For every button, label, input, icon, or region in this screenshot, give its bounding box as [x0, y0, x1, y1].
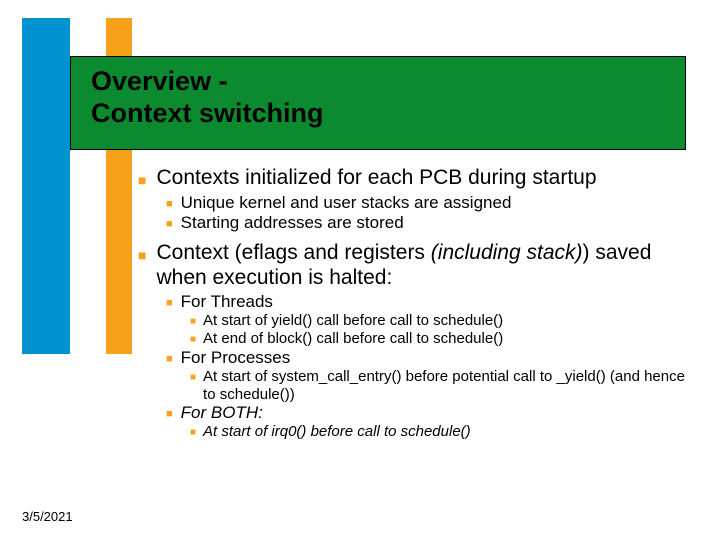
bullet-l2: ■ At start of system_call_entry() before… — [190, 368, 698, 403]
bullet-text: For Processes — [181, 348, 291, 368]
slide: Overview - Context switching ■ Contexts … — [0, 0, 720, 540]
bullet-icon: ■ — [190, 334, 196, 345]
bullet-l0: ■ Contexts initialized for each PCB duri… — [138, 166, 698, 233]
bullet-l1: ■ For Processes — [166, 348, 698, 368]
bullet-icon: ■ — [166, 218, 173, 230]
bullet-l2: ■ At end of block() call before call to … — [190, 330, 698, 348]
title-line-2: Context switching — [91, 98, 324, 128]
bullet-l1: ■ For Threads — [166, 292, 698, 312]
bullet-l2: ■ At start of irq0() before call to sche… — [190, 423, 698, 441]
bullet-icon: ■ — [138, 247, 146, 263]
content-area: ■ Contexts initialized for each PCB duri… — [138, 166, 698, 443]
slide-title: Overview - Context switching — [91, 65, 671, 130]
bullet-icon: ■ — [190, 427, 196, 438]
slide-date: 3/5/2021 — [22, 509, 73, 524]
bullet-icon: ■ — [138, 172, 146, 188]
bullet-text: Context (eflags and registers (including… — [156, 241, 698, 291]
decor-blue-bar — [22, 18, 70, 354]
bullet-text: Starting addresses are stored — [181, 213, 404, 233]
bullet-l1: ■ Unique kernel and user stacks are assi… — [166, 193, 698, 213]
bullet-text: At end of block() call before call to sc… — [203, 330, 503, 348]
bullet-icon: ■ — [166, 353, 173, 365]
title-box: Overview - Context switching — [70, 56, 686, 150]
bullet-text: Unique kernel and user stacks are assign… — [181, 193, 512, 213]
bullet-icon: ■ — [166, 198, 173, 210]
bullet-text: At start of yield() call before call to … — [203, 312, 503, 330]
text-span-italic: (including stack) — [431, 241, 583, 264]
bullet-text: For Threads — [181, 292, 273, 312]
bullet-text: At start of system_call_entry() before p… — [203, 368, 698, 403]
bullet-l1: ■ For BOTH: — [166, 403, 698, 423]
bullet-l2: ■ At start of yield() call before call t… — [190, 312, 698, 330]
bullet-text-italic: For BOTH: — [181, 403, 263, 423]
bullet-icon: ■ — [190, 316, 196, 327]
title-line-1: Overview - — [91, 66, 228, 96]
bullet-icon: ■ — [190, 372, 196, 383]
bullet-icon: ■ — [166, 408, 173, 420]
bullet-l1: ■ Starting addresses are stored — [166, 213, 698, 233]
bullet-text-italic: At start of irq0() before call to schedu… — [203, 423, 471, 441]
text-span: Context (eflags and registers — [156, 241, 430, 264]
bullet-l0: ■ Context (eflags and registers (includi… — [138, 241, 698, 441]
bullet-text: Contexts initialized for each PCB during… — [156, 166, 596, 191]
bullet-icon: ■ — [166, 297, 173, 309]
